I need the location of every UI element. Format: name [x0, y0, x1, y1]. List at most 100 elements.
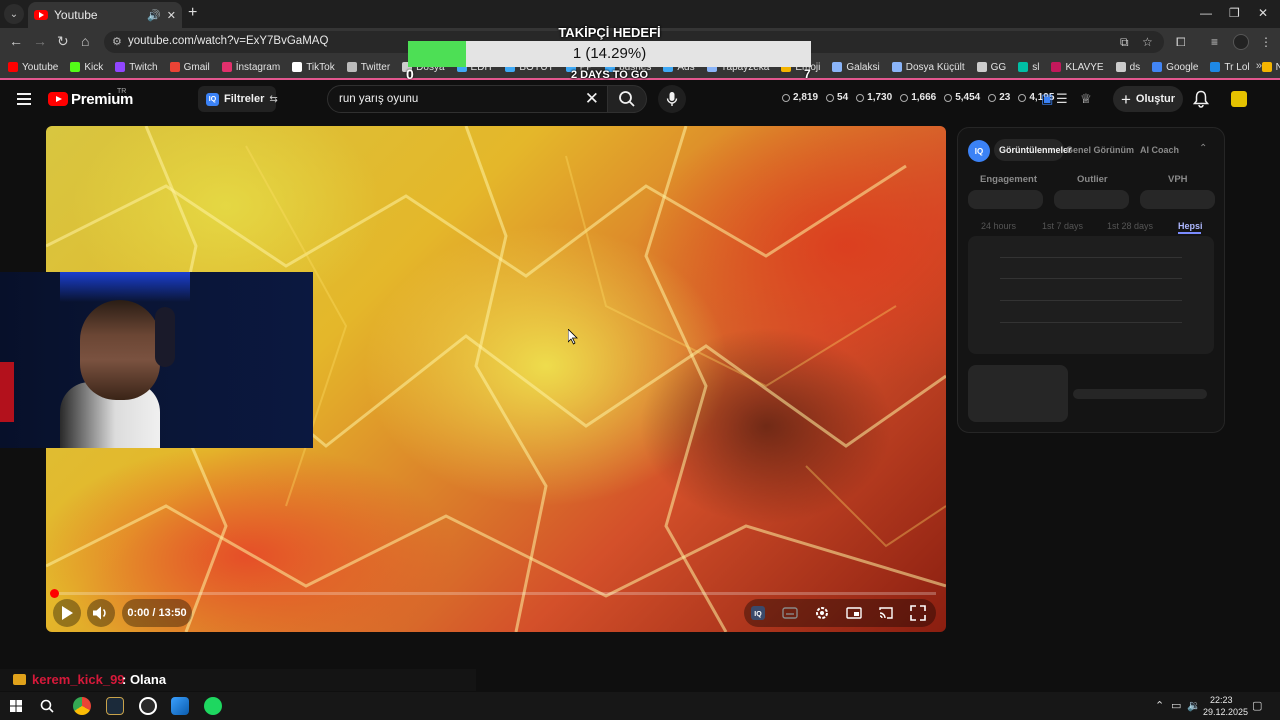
- bookmark-item[interactable]: ds: [1115, 62, 1140, 73]
- bookmark-item[interactable]: Twitter: [346, 62, 390, 73]
- more-bookmarks-icon[interactable]: »: [1256, 60, 1262, 72]
- obs-icon[interactable]: [139, 697, 157, 715]
- home-icon[interactable]: ⌂: [81, 34, 89, 48]
- thumbnail-skeleton: [968, 365, 1068, 422]
- new-tab-button[interactable]: +: [188, 5, 197, 21]
- reload-icon[interactable]: ↻: [57, 34, 69, 48]
- browser-tab-youtube[interactable]: Youtube 🔊 ✕: [28, 2, 182, 28]
- settings-gear-icon[interactable]: [814, 605, 830, 621]
- bookmark-item[interactable]: Youtube: [8, 62, 58, 73]
- bookmark-item[interactable]: sl: [1018, 62, 1039, 73]
- plus-icon: +: [1120, 89, 1131, 109]
- profile-avatar[interactable]: [1233, 34, 1249, 50]
- install-app-icon[interactable]: ⧉: [1120, 35, 1129, 50]
- search-query: run yarış oyunu: [339, 93, 419, 105]
- iq-player-icon[interactable]: IQ: [750, 605, 766, 621]
- tray-chevron-icon[interactable]: ⌃: [1155, 699, 1164, 712]
- spotify-icon[interactable]: [204, 697, 222, 715]
- account-avatar[interactable]: [1231, 91, 1247, 107]
- youtube-logo-icon[interactable]: [48, 92, 68, 106]
- bookmark-item[interactable]: Dosya Küçült: [891, 62, 965, 73]
- cast-icon[interactable]: [878, 605, 894, 621]
- site-info-icon[interactable]: ⚙: [112, 35, 122, 48]
- bookmark-label: Galaksi: [846, 61, 880, 73]
- tab-search-button[interactable]: ⌄: [4, 4, 24, 24]
- close-tab-icon[interactable]: ✕: [167, 9, 176, 22]
- bookmark-item[interactable]: Gmail: [169, 62, 210, 73]
- search-button[interactable]: [607, 85, 647, 113]
- search-input[interactable]: run yarış oyunu ✕: [327, 85, 608, 113]
- browser-menu-icon[interactable]: ⋮: [1260, 35, 1272, 49]
- forward-icon[interactable]: →: [33, 34, 47, 48]
- taskbar-date[interactable]: 29.12.2025: [1203, 707, 1248, 717]
- iq-icon: IQ: [206, 92, 219, 106]
- taskbar-search-icon[interactable]: [40, 699, 54, 713]
- bookmark-item[interactable]: İnstagram: [221, 61, 281, 73]
- range-first-28-days[interactable]: 1st 28 days: [1107, 221, 1153, 231]
- range-24-hours[interactable]: 24 hours: [981, 221, 1016, 231]
- stat-item: 1,730: [856, 92, 892, 103]
- volume-tray-icon[interactable]: 🔉: [1187, 699, 1201, 712]
- minimize-icon[interactable]: —: [1200, 6, 1212, 20]
- subtitles-icon[interactable]: [782, 605, 798, 621]
- bookmark-item[interactable]: Galaksi: [832, 61, 880, 73]
- bookmark-item[interactable]: KLAVYE: [1051, 62, 1104, 73]
- bookmark-item[interactable]: Numiez: [1261, 62, 1280, 73]
- back-icon[interactable]: ←: [9, 34, 23, 48]
- metric-outlier-label: Outlier: [1077, 174, 1108, 185]
- follower-goal-value: 1 (14.29%): [572, 45, 647, 62]
- collapse-chevron-icon[interactable]: ⌃: [1199, 143, 1207, 154]
- bookmark-item[interactable]: Tr Lol: [1210, 61, 1250, 73]
- taskbar-time[interactable]: 22:23: [1210, 695, 1233, 705]
- media-control-icon[interactable]: ≡: [1211, 35, 1218, 49]
- chrome-icon[interactable]: [73, 697, 91, 715]
- streamer-head: [80, 300, 160, 400]
- create-button[interactable]: + Oluştur: [1113, 86, 1183, 112]
- list-icon[interactable]: ☰: [1056, 91, 1068, 107]
- tab-overview[interactable]: Genel Görünüm: [1066, 145, 1134, 155]
- range-all[interactable]: Hepsi: [1178, 221, 1203, 231]
- bookmark-label: İnstagram: [235, 61, 281, 73]
- trophy-icon[interactable]: ♕: [1080, 91, 1092, 107]
- taskbar: [0, 692, 1280, 720]
- app-icon[interactable]: [171, 697, 189, 715]
- clear-search-icon[interactable]: ✕: [585, 90, 599, 107]
- play-button[interactable]: [53, 599, 81, 627]
- bookmark-favicon-icon: [1210, 62, 1221, 72]
- mute-button[interactable]: [87, 599, 115, 627]
- bookmark-item[interactable]: Google: [1152, 62, 1198, 73]
- bookmark-item[interactable]: TikTok: [292, 62, 335, 73]
- bookmark-item[interactable]: Kick: [70, 62, 103, 73]
- tab-views[interactable]: Görüntülenmeler: [999, 145, 1072, 155]
- scrubber-handle[interactable]: [50, 589, 59, 598]
- range-first-7-days[interactable]: 1st 7 days: [1042, 221, 1083, 231]
- filters-button[interactable]: IQ Filtreler ⇆: [198, 86, 278, 112]
- bookmark-label: Tr Lol: [1224, 61, 1250, 73]
- video-progress-bar[interactable]: [54, 592, 936, 595]
- fullscreen-icon[interactable]: [910, 605, 926, 621]
- chat-username: kerem_kick_99: [32, 672, 125, 687]
- speaker-icon[interactable]: 🔊: [147, 9, 161, 22]
- network-icon[interactable]: ▭: [1171, 699, 1181, 712]
- bookmark-item[interactable]: GG: [976, 62, 1006, 73]
- extensions-icon[interactable]: ⧠: [1176, 35, 1186, 50]
- bookmark-label: sl: [1032, 61, 1040, 73]
- clock-icon: [988, 93, 997, 102]
- windows-start-icon[interactable]: [10, 700, 22, 712]
- tab-ai-coach[interactable]: AI Coach: [1140, 145, 1179, 155]
- notifications-bell-icon[interactable]: [1193, 90, 1209, 108]
- notification-center-icon[interactable]: ▢: [1252, 699, 1262, 712]
- metric-vph-label: VPH: [1168, 174, 1188, 185]
- bookmark-item[interactable]: Twitch: [115, 62, 158, 73]
- follower-goal-days-left: 2 DAYS TO GO: [570, 69, 649, 81]
- bookmark-favicon-icon: [8, 62, 18, 72]
- bookmark-star-icon[interactable]: ☆: [1142, 35, 1153, 49]
- restore-icon[interactable]: ❐: [1229, 6, 1240, 20]
- voice-search-button[interactable]: [658, 85, 686, 113]
- guide-menu-icon[interactable]: [17, 93, 31, 105]
- league-client-icon[interactable]: [106, 697, 124, 715]
- iq-extension-icon[interactable]: ▣: [1041, 91, 1053, 107]
- close-window-icon[interactable]: ✕: [1258, 6, 1268, 20]
- miniplayer-icon[interactable]: [846, 605, 862, 621]
- clock-icon: [782, 93, 790, 102]
